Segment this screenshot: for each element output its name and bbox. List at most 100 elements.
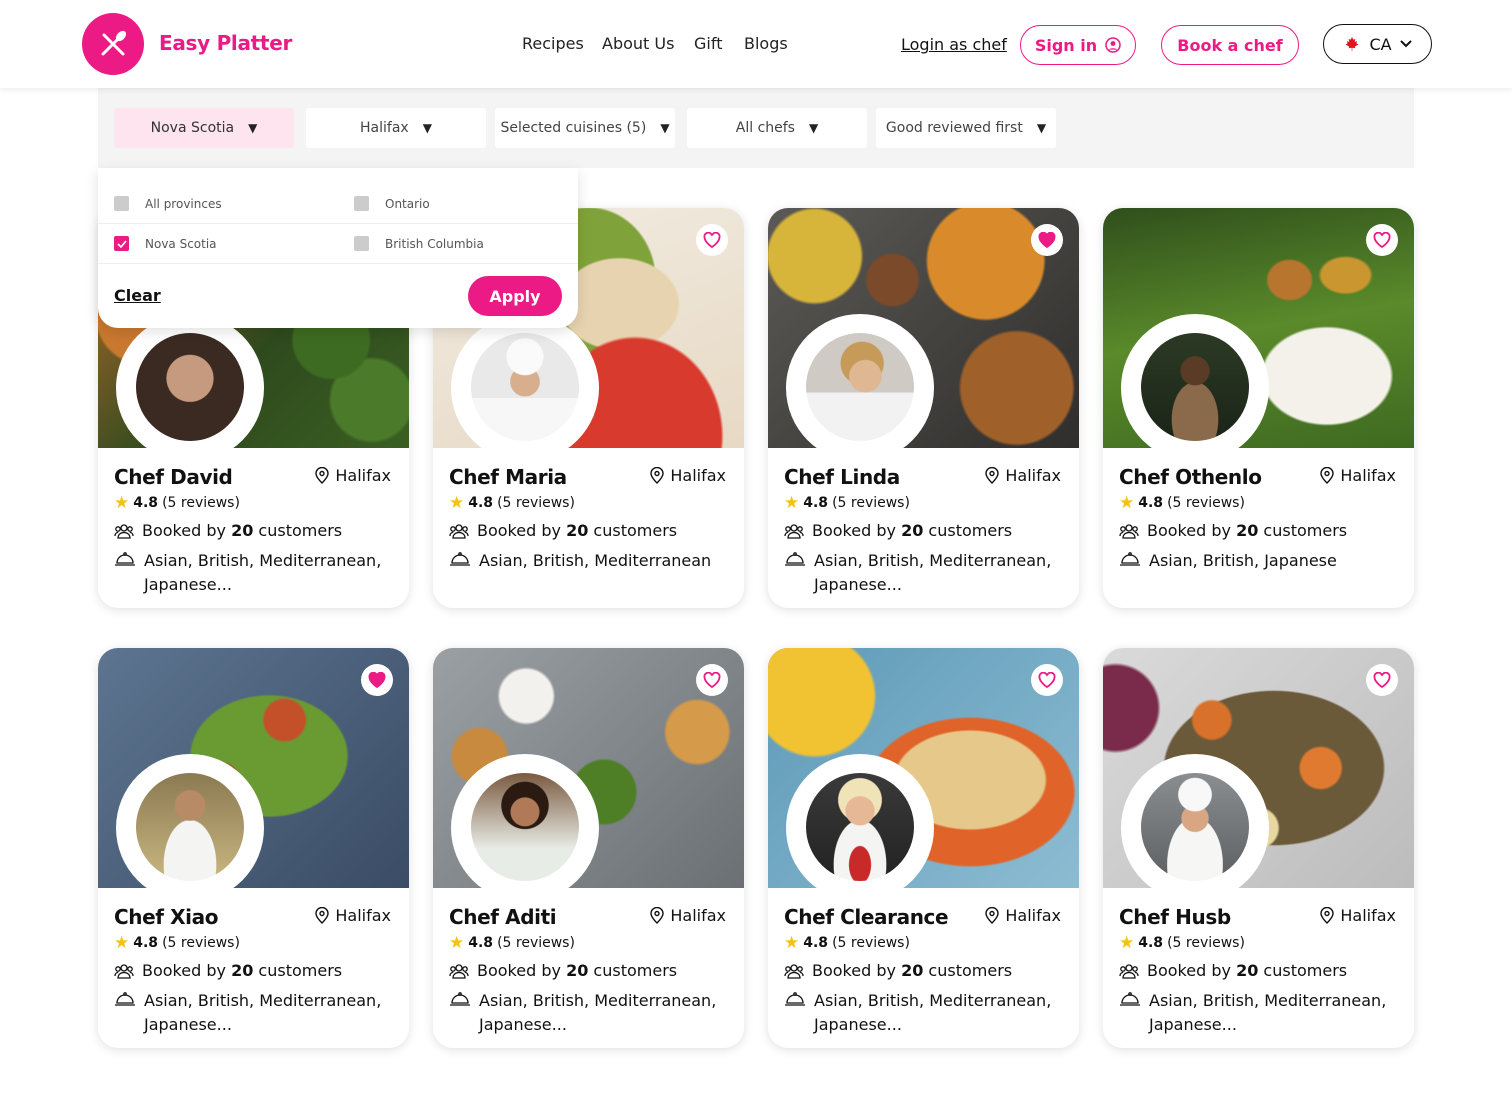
favorite-heart-icon[interactable] bbox=[1031, 224, 1063, 256]
province-option-nova-scotia[interactable]: Nova Scotia bbox=[114, 236, 217, 251]
booked-count: Booked by 20 customers bbox=[1119, 521, 1347, 540]
chef-location: Halifax bbox=[315, 466, 391, 485]
booked-number: 20 bbox=[901, 961, 924, 980]
chef-rating: ★ 4.8 (5 reviews) bbox=[449, 933, 575, 953]
favorite-heart-icon[interactable] bbox=[1366, 224, 1398, 256]
chef-name[interactable]: Chef Xiao bbox=[114, 905, 218, 929]
favorite-heart-icon[interactable] bbox=[1366, 664, 1398, 696]
nav-gift[interactable]: Gift bbox=[694, 34, 722, 53]
users-icon bbox=[1119, 963, 1139, 979]
review-count[interactable]: (5 reviews) bbox=[832, 935, 910, 951]
cloche-icon bbox=[785, 552, 805, 566]
review-count[interactable]: (5 reviews) bbox=[162, 495, 240, 511]
cloche-icon bbox=[115, 992, 135, 1006]
location-label: Halifax bbox=[335, 906, 391, 925]
brand-name[interactable]: Easy Platter bbox=[159, 31, 292, 55]
booked-number: 20 bbox=[901, 521, 924, 540]
logo-icon[interactable] bbox=[82, 13, 144, 75]
chef-rating: ★ 4.8 (5 reviews) bbox=[784, 933, 910, 953]
chef-name[interactable]: Chef Linda bbox=[784, 465, 900, 489]
review-count[interactable]: (5 reviews) bbox=[162, 935, 240, 951]
chef-name[interactable]: Chef Maria bbox=[449, 465, 567, 489]
chef-name[interactable]: Chef David bbox=[114, 465, 233, 489]
chef-card[interactable]: Chef Clearance Halifax ★ 4.8 (5 reviews)… bbox=[768, 648, 1079, 1048]
star-icon: ★ bbox=[1119, 933, 1135, 953]
checkbox-icon[interactable] bbox=[354, 196, 369, 211]
review-count[interactable]: (5 reviews) bbox=[1167, 935, 1245, 951]
review-count[interactable]: (5 reviews) bbox=[497, 935, 575, 951]
province-option-all[interactable]: All provinces bbox=[114, 196, 222, 211]
login-as-chef-link[interactable]: Login as chef bbox=[901, 35, 1007, 54]
province-option-ontario[interactable]: Ontario bbox=[354, 196, 430, 211]
user-circle-icon bbox=[1105, 37, 1121, 53]
favorite-heart-icon[interactable] bbox=[696, 664, 728, 696]
review-count[interactable]: (5 reviews) bbox=[497, 495, 575, 511]
booked-suffix: customers bbox=[593, 961, 678, 980]
booked-count: Booked by 20 customers bbox=[1119, 961, 1347, 980]
chef-cuisines: Asian, British, Mediterranean, Japanese.… bbox=[784, 549, 1064, 597]
checkbox-checked-icon[interactable] bbox=[114, 236, 129, 251]
nav-blogs[interactable]: Blogs bbox=[744, 34, 788, 53]
chef-name[interactable]: Chef Othenlo bbox=[1119, 465, 1262, 489]
cuisine-filter-label: Selected cuisines (5) bbox=[500, 120, 647, 136]
sort-filter[interactable]: Good reviewed first ▼ bbox=[876, 108, 1056, 148]
booked-number: 20 bbox=[231, 961, 254, 980]
city-filter-label: Halifax bbox=[360, 120, 409, 136]
chef-card[interactable]: Chef Xiao Halifax ★ 4.8 (5 reviews) Book… bbox=[98, 648, 409, 1048]
star-icon: ★ bbox=[449, 493, 465, 513]
review-count[interactable]: (5 reviews) bbox=[832, 495, 910, 511]
chef-filter[interactable]: All chefs ▼ bbox=[687, 108, 867, 148]
city-filter[interactable]: Halifax ▼ bbox=[306, 108, 486, 148]
location-label: Halifax bbox=[1005, 466, 1061, 485]
apply-button[interactable]: Apply bbox=[468, 276, 562, 316]
clear-button[interactable]: Clear bbox=[114, 286, 161, 305]
chef-avatar bbox=[468, 770, 582, 884]
booked-suffix: customers bbox=[258, 521, 343, 540]
rating-value: 4.8 bbox=[468, 495, 494, 511]
favorite-heart-icon[interactable] bbox=[361, 664, 393, 696]
country-selector[interactable]: CA bbox=[1323, 24, 1432, 64]
chef-avatar bbox=[133, 330, 247, 444]
users-icon bbox=[784, 523, 804, 539]
chef-avatar bbox=[133, 770, 247, 884]
chef-name[interactable]: Chef Clearance bbox=[784, 905, 949, 929]
chef-name[interactable]: Chef Aditi bbox=[449, 905, 557, 929]
star-icon: ★ bbox=[114, 933, 130, 953]
caret-down-icon: ▼ bbox=[422, 121, 432, 135]
favorite-heart-icon[interactable] bbox=[696, 224, 728, 256]
book-a-chef-button[interactable]: Book a chef bbox=[1161, 25, 1299, 65]
checkbox-icon[interactable] bbox=[114, 196, 129, 211]
chef-cuisines: Asian, British, Mediterranean, Japanese.… bbox=[449, 989, 729, 1037]
chef-card[interactable]: Chef Othenlo Halifax ★ 4.8 (5 reviews) B… bbox=[1103, 208, 1414, 608]
chevron-down-icon bbox=[1400, 40, 1412, 48]
chef-location: Halifax bbox=[650, 466, 726, 485]
checkbox-icon[interactable] bbox=[354, 236, 369, 251]
users-icon bbox=[1119, 523, 1139, 539]
sign-in-label: Sign in bbox=[1034, 35, 1098, 55]
review-count[interactable]: (5 reviews) bbox=[1167, 495, 1245, 511]
rating-value: 4.8 bbox=[133, 935, 159, 951]
cuisines-text: Asian, British, Mediterranean bbox=[479, 551, 712, 570]
star-icon: ★ bbox=[784, 493, 800, 513]
chef-name[interactable]: Chef Husb bbox=[1119, 905, 1231, 929]
chef-card[interactable]: Chef Husb Halifax ★ 4.8 (5 reviews) Book… bbox=[1103, 648, 1414, 1048]
chef-filter-label: All chefs bbox=[735, 120, 795, 136]
favorite-heart-icon[interactable] bbox=[1031, 664, 1063, 696]
chef-card[interactable]: Chef Linda Halifax ★ 4.8 (5 reviews) Boo… bbox=[768, 208, 1079, 608]
booked-prefix: Booked by bbox=[477, 961, 561, 980]
cuisine-filter[interactable]: Selected cuisines (5) ▼ bbox=[495, 108, 675, 148]
sign-in-button[interactable]: Sign in bbox=[1020, 25, 1136, 65]
province-option-british-columbia[interactable]: British Columbia bbox=[354, 236, 484, 251]
cuisines-text: Asian, British, Mediterranean, Japanese.… bbox=[814, 551, 1052, 594]
nav-recipes[interactable]: Recipes bbox=[522, 34, 584, 53]
chef-card[interactable]: Chef Aditi Halifax ★ 4.8 (5 reviews) Boo… bbox=[433, 648, 744, 1048]
nav-about-us[interactable]: About Us bbox=[602, 34, 674, 53]
rating-value: 4.8 bbox=[133, 495, 159, 511]
booked-count: Booked by 20 customers bbox=[784, 521, 1012, 540]
chef-rating: ★ 4.8 (5 reviews) bbox=[784, 493, 910, 513]
location-pin-icon bbox=[650, 907, 665, 924]
star-icon: ★ bbox=[114, 493, 130, 513]
booked-suffix: customers bbox=[928, 961, 1013, 980]
province-filter[interactable]: Nova Scotia ▼ bbox=[114, 108, 294, 148]
booked-number: 20 bbox=[1236, 961, 1259, 980]
